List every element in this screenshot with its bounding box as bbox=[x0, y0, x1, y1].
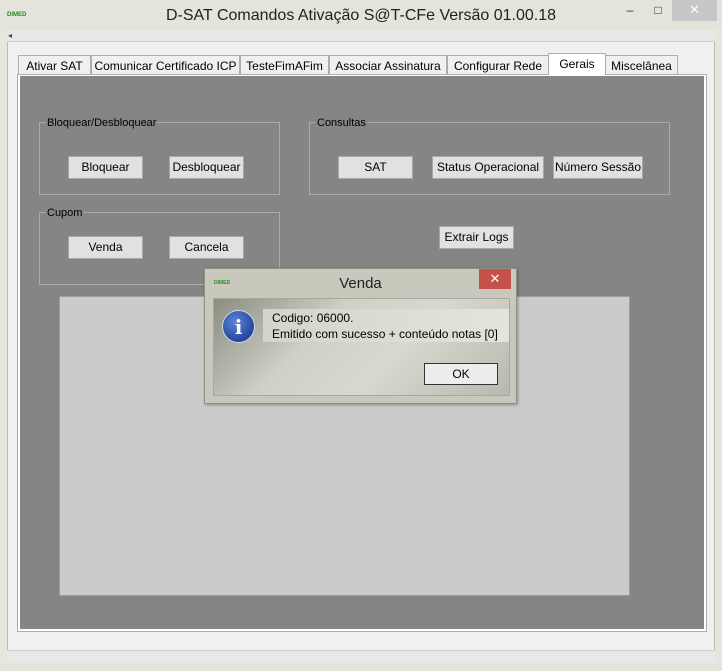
dialog-title: Venda bbox=[339, 275, 382, 292]
sat-button[interactable]: SAT bbox=[338, 156, 413, 179]
cancela-button[interactable]: Cancela bbox=[169, 236, 244, 259]
dialog-close-button[interactable]: ✕ bbox=[479, 269, 511, 289]
numero-sessao-button[interactable]: Número Sessão bbox=[553, 156, 643, 179]
group-label-bloquear-desbloquear: Bloquear/Desbloquear bbox=[46, 116, 158, 130]
dialog-message-line2: Emitido com sucesso + conteúdo notas [0] bbox=[272, 327, 498, 341]
tab-teste-fim-a-fim[interactable]: TesteFimAFim bbox=[240, 55, 329, 75]
horizontal-scrollbar-top[interactable] bbox=[7, 30, 715, 42]
extrair-logs-button[interactable]: Extrair Logs bbox=[439, 226, 514, 249]
tab-configurar-rede[interactable]: Configurar Rede bbox=[447, 55, 549, 75]
info-icon: i bbox=[222, 310, 255, 343]
scroll-left-arrow-icon[interactable]: ◂ bbox=[8, 30, 18, 42]
bloquear-button[interactable]: Bloquear bbox=[68, 156, 143, 179]
tab-comunicar-certificado-icp[interactable]: Comunicar Certificado ICP bbox=[91, 55, 240, 75]
group-label-cupom: Cupom bbox=[46, 206, 84, 220]
dialog-message-line1: Codigo: 06000. bbox=[272, 311, 354, 325]
venda-button[interactable]: Venda bbox=[68, 236, 143, 259]
status-operacional-button[interactable]: Status Operacional bbox=[432, 156, 544, 179]
ok-button[interactable]: OK bbox=[424, 363, 498, 385]
window-frame-bottom bbox=[0, 663, 722, 671]
tab-associar-assinatura[interactable]: Associar Assinatura bbox=[329, 55, 447, 75]
horizontal-scrollbar-bottom[interactable] bbox=[7, 650, 715, 663]
close-button[interactable]: ✕ bbox=[672, 0, 717, 21]
group-label-consultas: Consultas bbox=[316, 116, 367, 130]
tab-ativar-sat[interactable]: Ativar SAT bbox=[18, 55, 91, 75]
tab-gerais[interactable]: Gerais bbox=[548, 53, 606, 75]
desbloquear-button[interactable]: Desbloquear bbox=[169, 156, 244, 179]
tab-miscelanea[interactable]: Miscelânea bbox=[605, 55, 678, 75]
maximize-button[interactable]: □ bbox=[644, 0, 672, 21]
